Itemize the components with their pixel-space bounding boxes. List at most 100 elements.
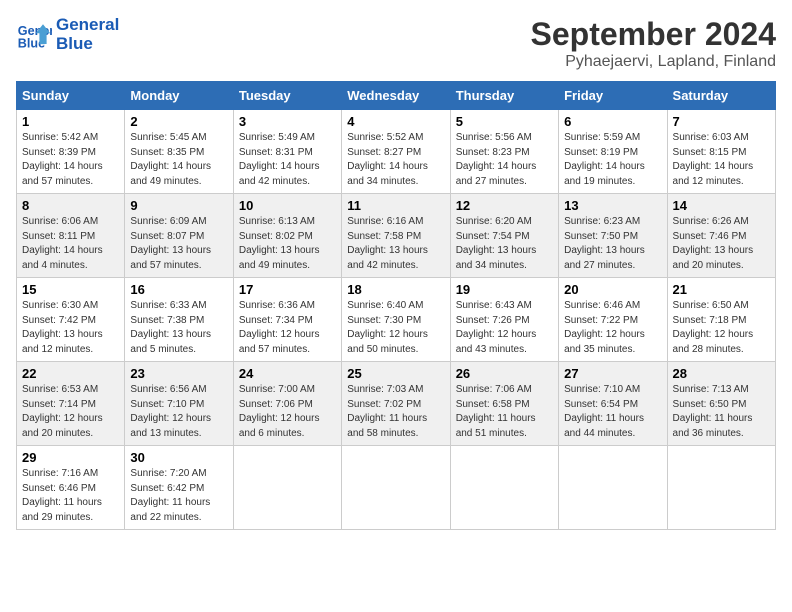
col-header-tuesday: Tuesday (233, 82, 341, 110)
day-cell (667, 446, 775, 530)
day-cell: 10 Sunrise: 6:13 AMSunset: 8:02 PMDayligh… (233, 194, 341, 278)
day-info: Sunrise: 5:56 AMSunset: 8:23 PMDaylight:… (456, 131, 553, 189)
day-cell: 21 Sunrise: 6:50 AMSunset: 7:18 PMDayligh… (667, 278, 775, 362)
day-info: Sunrise: 6:46 AMSunset: 7:22 PMDaylight:… (564, 299, 661, 357)
day-info: Sunrise: 6:16 AMSunset: 7:58 PMDaylight:… (347, 215, 444, 273)
day-cell: 20 Sunrise: 6:46 AMSunset: 7:22 PMDayligh… (559, 278, 667, 362)
day-number: 19 (456, 282, 553, 297)
day-number: 1 (22, 114, 119, 129)
logo-icon: General Blue (16, 17, 52, 53)
day-number: 9 (130, 198, 227, 213)
calendar-table: SundayMondayTuesdayWednesdayThursdayFrid… (16, 81, 776, 530)
calendar-title: September 2024 (531, 16, 776, 53)
day-cell: 24Sunrise: 7:00 AMSunset: 7:06 PMDayligh… (233, 362, 341, 446)
day-info: Sunrise: 6:06 AMSunset: 8:11 PMDaylight:… (22, 215, 119, 273)
day-cell: 30 Sunrise: 7:20 AMSunset: 6:42 PMDayligh… (125, 446, 233, 530)
day-cell: 23 Sunrise: 6:56 AMSunset: 7:10 PMDayligh… (125, 362, 233, 446)
day-info: Sunrise: 7:20 AMSunset: 6:42 PMDaylight:… (130, 467, 227, 525)
day-number: 30 (130, 450, 227, 465)
day-cell: 29Sunrise: 7:16 AMSunset: 6:46 PMDayligh… (17, 446, 125, 530)
day-number: 18 (347, 282, 444, 297)
week-row-3: 15Sunrise: 6:30 AMSunset: 7:42 PMDayligh… (17, 278, 776, 362)
day-number: 12 (456, 198, 553, 213)
day-info: Sunrise: 6:36 AMSunset: 7:34 PMDaylight:… (239, 299, 336, 357)
day-number: 23 (130, 366, 227, 381)
day-cell: 11Sunrise: 6:16 AMSunset: 7:58 PMDayligh… (342, 194, 450, 278)
day-cell: 26Sunrise: 7:06 AMSunset: 6:58 PMDayligh… (450, 362, 558, 446)
day-cell: 25 Sunrise: 7:03 AMSunset: 7:02 PMDayligh… (342, 362, 450, 446)
header-row: SundayMondayTuesdayWednesdayThursdayFrid… (17, 82, 776, 110)
col-header-thursday: Thursday (450, 82, 558, 110)
day-info: Sunrise: 7:06 AMSunset: 6:58 PMDaylight:… (456, 383, 553, 441)
day-number: 10 (239, 198, 336, 213)
week-row-2: 8Sunrise: 6:06 AMSunset: 8:11 PMDaylight… (17, 194, 776, 278)
day-cell: 8Sunrise: 6:06 AMSunset: 8:11 PMDaylight… (17, 194, 125, 278)
logo-blue: Blue (56, 35, 119, 54)
day-cell: 17 Sunrise: 6:36 AMSunset: 7:34 PMDayligh… (233, 278, 341, 362)
day-info: Sunrise: 6:09 AMSunset: 8:07 PMDaylight:… (130, 215, 227, 273)
day-info: Sunrise: 6:56 AMSunset: 7:10 PMDaylight:… (130, 383, 227, 441)
day-info: Sunrise: 7:13 AMSunset: 6:50 PMDaylight:… (673, 383, 770, 441)
day-number: 16 (130, 282, 227, 297)
day-number: 20 (564, 282, 661, 297)
col-header-monday: Monday (125, 82, 233, 110)
day-number: 22 (22, 366, 119, 381)
day-cell: 28 Sunrise: 7:13 AMSunset: 6:50 PMDayligh… (667, 362, 775, 446)
day-info: Sunrise: 6:50 AMSunset: 7:18 PMDaylight:… (673, 299, 770, 357)
day-cell: 19Sunrise: 6:43 AMSunset: 7:26 PMDayligh… (450, 278, 558, 362)
day-info: Sunrise: 6:20 AMSunset: 7:54 PMDaylight:… (456, 215, 553, 273)
day-number: 25 (347, 366, 444, 381)
day-number: 4 (347, 114, 444, 129)
day-number: 14 (673, 198, 770, 213)
day-info: Sunrise: 5:42 AMSunset: 8:39 PMDaylight:… (22, 131, 119, 189)
day-cell: 7 Sunrise: 6:03 AMSunset: 8:15 PMDaylight… (667, 110, 775, 194)
day-number: 3 (239, 114, 336, 129)
week-row-4: 22Sunrise: 6:53 AMSunset: 7:14 PMDayligh… (17, 362, 776, 446)
day-number: 15 (22, 282, 119, 297)
day-cell (559, 446, 667, 530)
day-cell: 18 Sunrise: 6:40 AMSunset: 7:30 PMDayligh… (342, 278, 450, 362)
day-cell: 15Sunrise: 6:30 AMSunset: 7:42 PMDayligh… (17, 278, 125, 362)
logo: General Blue General Blue (16, 16, 119, 53)
calendar-subtitle: Pyhaejaervi, Lapland, Finland (531, 53, 776, 71)
title-area: September 2024 Pyhaejaervi, Lapland, Fin… (531, 16, 776, 71)
day-cell: 4Sunrise: 5:52 AMSunset: 8:27 PMDaylight… (342, 110, 450, 194)
day-number: 7 (673, 114, 770, 129)
day-cell: 16 Sunrise: 6:33 AMSunset: 7:38 PMDayligh… (125, 278, 233, 362)
day-info: Sunrise: 5:59 AMSunset: 8:19 PMDaylight:… (564, 131, 661, 189)
header: General Blue General Blue September 2024… (16, 16, 776, 71)
week-row-5: 29Sunrise: 7:16 AMSunset: 6:46 PMDayligh… (17, 446, 776, 530)
day-cell (342, 446, 450, 530)
col-header-saturday: Saturday (667, 82, 775, 110)
day-info: Sunrise: 6:23 AMSunset: 7:50 PMDaylight:… (564, 215, 661, 273)
day-number: 17 (239, 282, 336, 297)
day-cell (450, 446, 558, 530)
day-cell: 14 Sunrise: 6:26 AMSunset: 7:46 PMDayligh… (667, 194, 775, 278)
day-number: 5 (456, 114, 553, 129)
day-number: 27 (564, 366, 661, 381)
day-number: 2 (130, 114, 227, 129)
day-number: 6 (564, 114, 661, 129)
day-info: Sunrise: 7:16 AMSunset: 6:46 PMDaylight:… (22, 467, 119, 525)
col-header-wednesday: Wednesday (342, 82, 450, 110)
week-row-1: 1 Sunrise: 5:42 AMSunset: 8:39 PMDaylight… (17, 110, 776, 194)
day-cell: 27 Sunrise: 7:10 AMSunset: 6:54 PMDayligh… (559, 362, 667, 446)
day-cell (233, 446, 341, 530)
day-cell: 3 Sunrise: 5:49 AMSunset: 8:31 PMDaylight… (233, 110, 341, 194)
day-cell: 1 Sunrise: 5:42 AMSunset: 8:39 PMDaylight… (17, 110, 125, 194)
day-info: Sunrise: 6:33 AMSunset: 7:38 PMDaylight:… (130, 299, 227, 357)
day-info: Sunrise: 6:13 AMSunset: 8:02 PMDaylight:… (239, 215, 336, 273)
day-info: Sunrise: 7:10 AMSunset: 6:54 PMDaylight:… (564, 383, 661, 441)
day-number: 21 (673, 282, 770, 297)
day-cell: 12 Sunrise: 6:20 AMSunset: 7:54 PMDayligh… (450, 194, 558, 278)
day-cell: 5 Sunrise: 5:56 AMSunset: 8:23 PMDaylight… (450, 110, 558, 194)
day-info: Sunrise: 6:03 AMSunset: 8:15 PMDaylight:… (673, 131, 770, 189)
day-info: Sunrise: 5:49 AMSunset: 8:31 PMDaylight:… (239, 131, 336, 189)
col-header-sunday: Sunday (17, 82, 125, 110)
day-info: Sunrise: 7:03 AMSunset: 7:02 PMDaylight:… (347, 383, 444, 441)
day-info: Sunrise: 6:26 AMSunset: 7:46 PMDaylight:… (673, 215, 770, 273)
day-info: Sunrise: 6:40 AMSunset: 7:30 PMDaylight:… (347, 299, 444, 357)
day-number: 28 (673, 366, 770, 381)
day-cell: 2Sunrise: 5:45 AMSunset: 8:35 PMDaylight… (125, 110, 233, 194)
day-cell: 22Sunrise: 6:53 AMSunset: 7:14 PMDayligh… (17, 362, 125, 446)
